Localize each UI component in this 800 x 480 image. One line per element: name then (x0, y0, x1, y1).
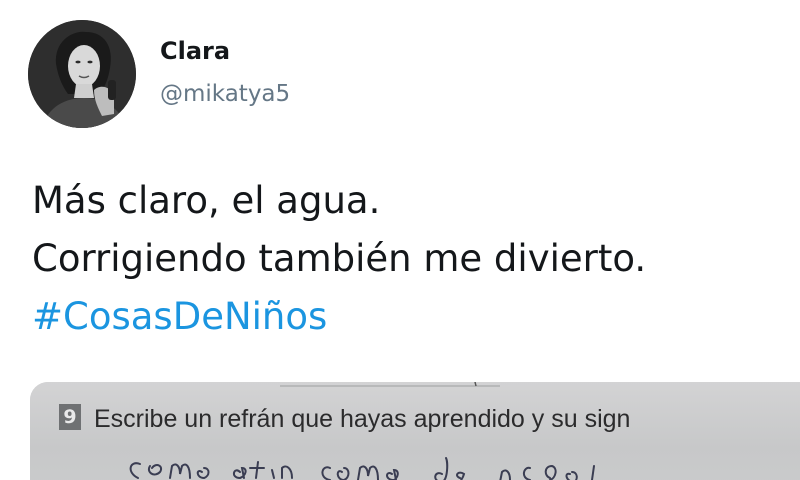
tweet-card: Clara @mikatya5 Más claro, el agua. Corr… (0, 0, 800, 480)
tweet-image[interactable]: 9 Escribe un refrán que hayas aprendido … (30, 382, 800, 480)
avatar-photo (28, 20, 136, 128)
handwritten-answer (129, 457, 595, 480)
tweet-text: Más claro, el agua. Corrigiendo también … (32, 172, 792, 346)
user-handle[interactable]: @mikatya5 (160, 79, 290, 109)
avatar[interactable] (28, 20, 136, 128)
tweet-text-line: Corrigiendo también me divierto. (32, 237, 647, 280)
tweet-text-line: Más claro, el agua. (32, 179, 381, 222)
hashtag-link[interactable]: #CosasDeNiños (32, 288, 792, 346)
display-name[interactable]: Clara (160, 36, 230, 66)
